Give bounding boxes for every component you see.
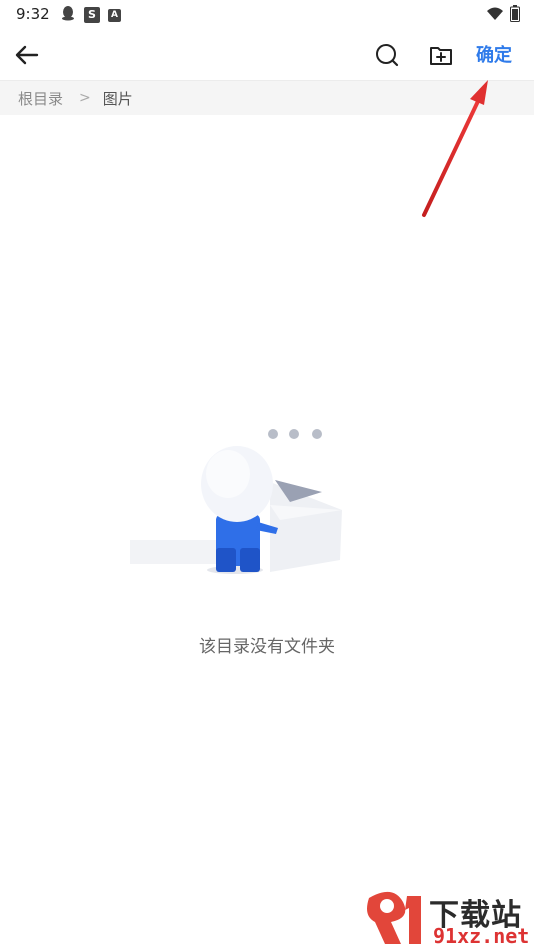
search-icon [376,44,399,67]
empty-state-message: 该目录没有文件夹 [199,637,335,657]
s-app-icon: S [84,7,100,23]
empty-folder-illustration [120,410,360,600]
confirm-button[interactable]: 确定 [476,41,512,67]
status-icons-left: S A [60,5,121,25]
status-bar: 9:32 S A [0,0,534,28]
arrow-left-icon [15,45,39,65]
back-button[interactable] [12,40,42,70]
breadcrumb-root[interactable]: 根目录 [18,88,63,109]
watermark-brand-bottom: 91xz.net [433,924,530,948]
status-icons-right [486,5,520,26]
a-app-icon: A [108,8,121,22]
status-time: 9:32 [16,5,50,23]
search-button[interactable] [372,40,402,70]
watermark-logo-icon [367,891,421,944]
battery-icon [510,5,520,26]
site-watermark: 下载站 91xz.net [363,888,533,948]
breadcrumb-current: 图片 [102,89,133,108]
top-app-bar: 确定 [0,28,534,80]
breadcrumb: 根目录 > 图片 [0,80,534,115]
wifi-icon [486,6,504,26]
breadcrumb-separator: > [79,90,91,106]
new-folder-button[interactable] [426,40,456,70]
folder-plus-icon [430,47,452,65]
qq-icon [60,5,76,25]
